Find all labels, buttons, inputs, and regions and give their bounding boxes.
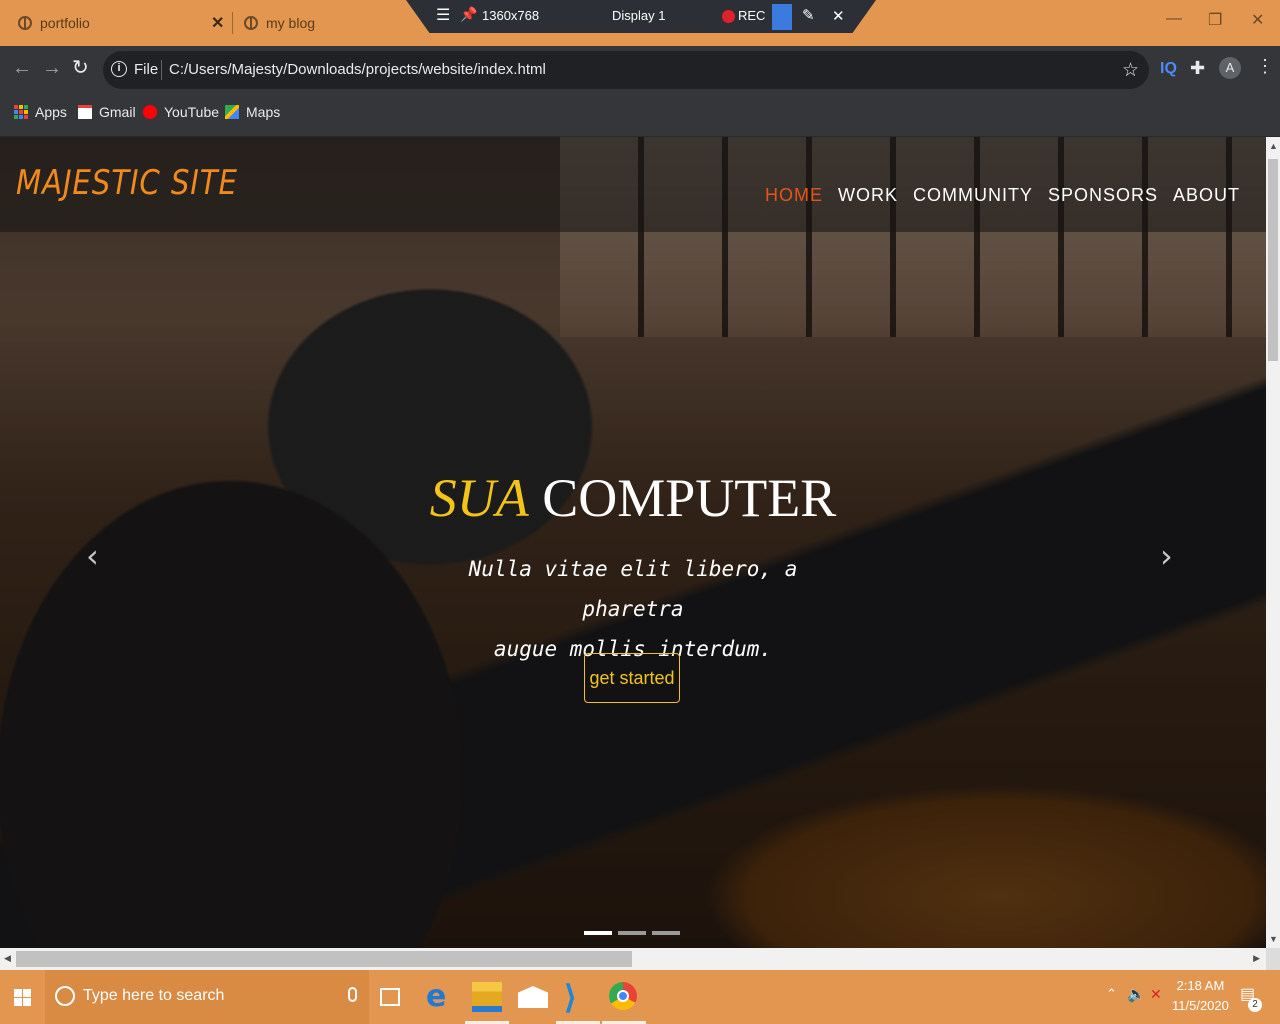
restore-icon[interactable]: ❐ (1208, 10, 1222, 30)
profile-avatar[interactable]: A (1219, 57, 1241, 79)
cortana-circle-icon (55, 986, 75, 1006)
search-placeholder: Type here to search (83, 987, 225, 1004)
mail-icon[interactable] (518, 986, 548, 1008)
menu-kebab-icon[interactable]: ⋮ (1256, 56, 1274, 77)
bookmark-label: Maps (246, 104, 281, 120)
pin-icon[interactable]: 📌 (460, 6, 477, 23)
menu-icon[interactable]: ☰ (436, 5, 450, 25)
gmail-icon (78, 105, 92, 119)
site-nav: HOME WORK COMMUNITY SPONSORS ABOUT (765, 185, 1240, 206)
forward-arrow-icon[interactable]: → (42, 58, 62, 78)
record-dot-icon (722, 10, 735, 23)
scroll-down-icon[interactable]: ▼ (1269, 934, 1278, 944)
carousel-indicator-1[interactable] (584, 931, 612, 935)
minimize-icon[interactable]: — (1166, 10, 1182, 28)
taskbar-search-box[interactable]: Type here to search (45, 970, 369, 1024)
nav-sponsors[interactable]: SPONSORS (1048, 185, 1158, 206)
youtube-icon (143, 105, 157, 119)
hero-subtitle: Nulla vitae elit libero, a pharetra augu… (433, 549, 833, 669)
apps-grid-icon (14, 105, 28, 119)
bookmark-youtube[interactable]: YouTube (143, 104, 219, 120)
carousel-indicator-2[interactable] (618, 931, 646, 935)
windows-start-icon[interactable] (14, 989, 31, 1006)
browser-toolbar: ← → ↻ i File C:/Users/Majesty/Downloads/… (0, 46, 1280, 94)
tab-title: my blog (266, 15, 316, 31)
back-arrow-icon[interactable]: ← (12, 58, 32, 78)
volume-icon[interactable]: 🔈 (1127, 985, 1146, 1003)
info-icon[interactable]: i (111, 61, 127, 77)
file-explorer-icon[interactable] (472, 982, 502, 1012)
taskbar-clock[interactable]: 2:18 AM 11/5/2020 (1172, 976, 1229, 1016)
vertical-scrollbar[interactable]: ▲ ▼ (1266, 137, 1280, 948)
microphone-icon[interactable] (348, 987, 357, 1002)
scroll-left-icon[interactable]: ◀ (4, 953, 11, 964)
horizontal-scrollbar[interactable]: ◀ ▶ (0, 948, 1266, 970)
bookmarks-bar: Apps Gmail YouTube Maps (0, 94, 1280, 137)
scheme-label: File (134, 61, 159, 78)
record-label[interactable]: REC (738, 8, 765, 23)
vertical-scroll-thumb[interactable] (1268, 159, 1278, 361)
reload-icon[interactable]: ↻ (72, 58, 89, 78)
bookmark-maps[interactable]: Maps (225, 104, 280, 120)
hero-title-main: COMPUTER (542, 468, 837, 528)
pencil-icon[interactable]: ✎ (802, 6, 815, 24)
extensions-puzzle-icon[interactable]: ✚ (1190, 58, 1205, 79)
bookmark-label: YouTube (164, 104, 220, 120)
recorder-display[interactable]: Display 1 (612, 8, 665, 23)
tray-chevron-up-icon[interactable]: ⌃ (1106, 986, 1117, 1002)
close-window-icon[interactable]: ✕ (1251, 10, 1264, 30)
omnibox-divider (161, 60, 162, 80)
tab-close-icon[interactable]: ✕ (211, 13, 224, 33)
recorder-resolution: 1360x768 (482, 8, 540, 23)
nav-community[interactable]: COMMUNITY (913, 185, 1033, 206)
globe-icon (18, 16, 32, 30)
tab-title: portfolio (40, 15, 90, 31)
site-logo[interactable]: MAJESTIC SITE (16, 163, 238, 203)
chrome-icon[interactable] (609, 982, 637, 1010)
screen-recorder-bar: ☰ 📌 1360x768 Display 1 REC ✎ ✕ (406, 0, 876, 33)
address-bar[interactable]: i File C:/Users/Majesty/Downloads/projec… (103, 51, 1149, 89)
tab-portfolio[interactable]: portfolio (18, 8, 90, 38)
bookmark-label: Apps (35, 104, 67, 120)
hero-title: SUA COMPUTER (0, 467, 1266, 529)
carousel-indicator-3[interactable] (652, 931, 680, 935)
page-viewport: MAJESTIC SITE HOME WORK COMMUNITY SPONSO… (0, 137, 1266, 948)
bookmark-label: Gmail (99, 104, 136, 120)
get-started-button[interactable]: get started (584, 653, 680, 703)
carousel-next-icon[interactable]: › (1160, 537, 1173, 575)
bookmark-star-icon[interactable]: ☆ (1122, 59, 1139, 82)
vscode-icon[interactable]: ⟩ (564, 981, 594, 1013)
clock-date: 11/5/2020 (1172, 998, 1229, 1013)
notification-count-badge: 2 (1248, 998, 1262, 1012)
scroll-up-icon[interactable]: ▲ (1269, 141, 1278, 151)
windows-taskbar: Type here to search e ⟩ ⌃ 🔈 ✕ 2:18 AM 11… (0, 970, 1280, 1024)
nav-home[interactable]: HOME (765, 185, 823, 206)
bookmark-gmail[interactable]: Gmail (78, 104, 136, 120)
task-view-icon[interactable] (380, 988, 400, 1006)
close-recorder-icon[interactable]: ✕ (832, 7, 845, 25)
site-header: MAJESTIC SITE HOME WORK COMMUNITY SPONSO… (0, 137, 1266, 232)
browser-tab-strip: portfolio ✕ my blog ☰ 📌 1360x768 Display… (0, 0, 1280, 46)
nav-work[interactable]: WORK (838, 185, 898, 206)
hero-subtitle-line: Nulla vitae elit libero, a pharetra (468, 557, 798, 621)
chrome-center-icon (617, 990, 629, 1002)
maps-icon (225, 105, 239, 119)
tab-divider (232, 12, 233, 34)
nav-about[interactable]: ABOUT (1173, 185, 1240, 206)
clock-time: 2:18 AM (1176, 978, 1225, 993)
edge-browser-icon[interactable]: e (426, 982, 456, 1012)
globe-icon (244, 16, 258, 30)
horizontal-scroll-thumb[interactable] (16, 951, 632, 967)
bookmark-apps[interactable]: Apps (14, 104, 67, 120)
scrollbar-corner (1266, 948, 1280, 970)
recorder-app-icon[interactable] (772, 4, 792, 30)
iq-extension-icon[interactable]: IQ (1160, 60, 1177, 78)
hero-title-accent: SUA (429, 468, 529, 528)
scroll-right-icon[interactable]: ▶ (1253, 953, 1260, 964)
tab-my-blog[interactable]: my blog (244, 8, 315, 38)
url-text[interactable]: C:/Users/Majesty/Downloads/projects/webs… (169, 61, 546, 78)
carousel-prev-icon[interactable]: ‹ (86, 537, 99, 575)
network-disconnected-icon[interactable]: ✕ (1150, 986, 1162, 1003)
carousel-indicators (584, 931, 680, 935)
